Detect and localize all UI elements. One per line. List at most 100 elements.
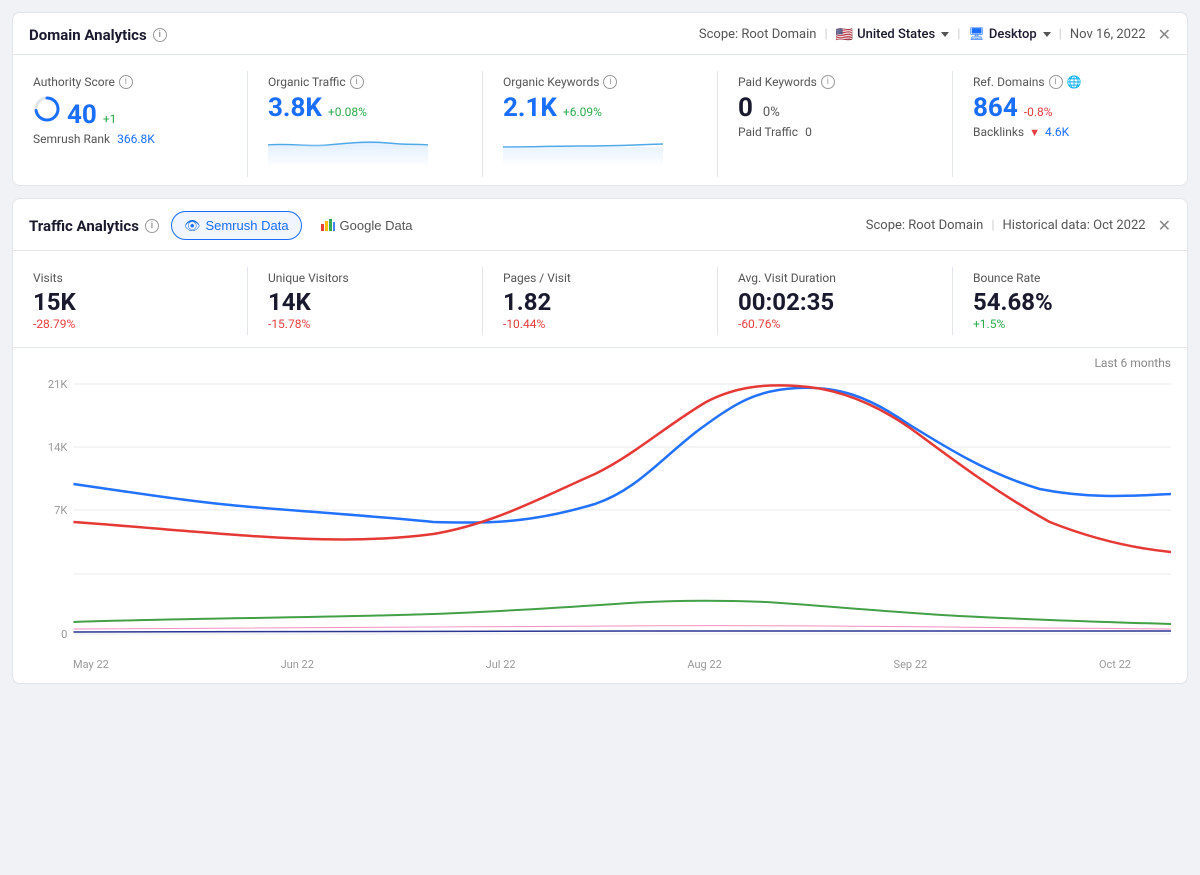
organic-keywords-main: 2.1K +6.09% <box>503 95 697 121</box>
domain-analytics-header-right: Scope: Root Domain | 🇺🇸 United States | … <box>699 25 1171 44</box>
organic-traffic-change: +0.08% <box>328 105 367 119</box>
organic-keywords-change: +6.09% <box>563 105 602 119</box>
authority-score-circle-icon <box>33 95 61 123</box>
paid-keywords-info-icon[interactable]: i <box>821 75 835 89</box>
svg-text:0: 0 <box>61 628 67 641</box>
paid-traffic-value: 0 <box>805 125 812 139</box>
x-label-0: May 22 <box>73 658 109 671</box>
pages-per-visit-cell: Pages / Visit 1.82 -10.44% <box>483 267 718 335</box>
visits-cell: Visits 15K -28.79% <box>13 267 248 335</box>
bounce-rate-value: 54.68% <box>973 289 1167 315</box>
semrush-data-tab[interactable]: 👁 Semrush Data <box>171 211 302 240</box>
domain-analytics-close-button[interactable]: ✕ <box>1158 25 1171 44</box>
device-dropdown[interactable]: 🖥 Desktop <box>968 27 1050 42</box>
unique-visitors-cell: Unique Visitors 14K -15.78% <box>248 267 483 335</box>
organic-traffic-main: 3.8K +0.08% <box>268 95 462 121</box>
domain-analytics-info-icon[interactable]: i <box>153 28 167 42</box>
paid-keywords-label: Paid Keywords i <box>738 75 932 89</box>
domain-analytics-title-text: Domain Analytics <box>29 26 147 44</box>
traffic-analytics-header-right: Scope: Root Domain | Historical data: Oc… <box>866 216 1171 235</box>
organic-traffic-sparkline <box>268 125 462 169</box>
semrush-tab-icon: 👁 <box>184 218 201 234</box>
traffic-analytics-card: Traffic Analytics i 👁 Semrush Data <box>12 198 1188 684</box>
organic-keywords-info-icon[interactable]: i <box>603 75 617 89</box>
backlinks-arrow-icon: ▼ <box>1029 126 1040 139</box>
ref-domains-value: 864 <box>973 95 1018 121</box>
ref-domains-info-icon[interactable]: i <box>1049 75 1063 89</box>
ref-domains-main: 864 -0.8% <box>973 95 1167 121</box>
globe-icon: 🌐 <box>1067 75 1082 89</box>
semrush-tab-label: Semrush Data <box>205 218 288 233</box>
domain-analytics-metrics-row: Authority Score i 40 +1 Semrush Rank 366… <box>13 55 1187 185</box>
svg-text:7K: 7K <box>54 504 67 517</box>
ref-domains-cell: Ref. Domains i 🌐 864 -0.8% Backlinks ▼ 4… <box>953 71 1187 177</box>
authority-score-main: 40 +1 <box>33 95 227 128</box>
paid-keywords-value: 0 <box>738 95 753 121</box>
unique-visitors-value: 14K <box>268 289 462 315</box>
date-label: Nov 16, 2022 <box>1070 27 1146 42</box>
domain-analytics-header: Domain Analytics i Scope: Root Domain | … <box>13 13 1187 55</box>
x-label-4: Sep 22 <box>894 658 928 671</box>
ref-domains-label: Ref. Domains i 🌐 <box>973 75 1167 89</box>
visits-change: -28.79% <box>33 317 227 331</box>
bounce-rate-label: Bounce Rate <box>973 271 1167 285</box>
traffic-analytics-header: Traffic Analytics i 👁 Semrush Data <box>13 199 1187 251</box>
paid-traffic-sub: Paid Traffic 0 <box>738 125 932 139</box>
authority-score-value: 40 <box>67 102 97 128</box>
avg-visit-duration-cell: Avg. Visit Duration 00:02:35 -60.76% <box>718 267 953 335</box>
visits-value: 15K <box>33 289 227 315</box>
unique-visitors-change: -15.78% <box>268 317 462 331</box>
pages-per-visit-change: -10.44% <box>503 317 697 331</box>
backlinks-value[interactable]: 4.6K <box>1045 125 1069 139</box>
us-flag-icon: 🇺🇸 <box>836 27 853 43</box>
organic-traffic-cell: Organic Traffic i 3.8K +0.08% <box>248 71 483 177</box>
google-tab-label: Google Data <box>340 218 413 233</box>
pages-per-visit-value: 1.82 <box>503 289 697 315</box>
authority-score-cell: Authority Score i 40 +1 Semrush Rank 366… <box>13 71 248 177</box>
avg-visit-duration-change: -60.76% <box>738 317 932 331</box>
paid-keywords-change: 0% <box>763 105 780 120</box>
semrush-rank-value[interactable]: 366.8K <box>117 132 155 146</box>
organic-traffic-label: Organic Traffic i <box>268 75 462 89</box>
traffic-analytics-title-text: Traffic Analytics <box>29 217 139 235</box>
x-label-3: Aug 22 <box>687 658 721 671</box>
domain-analytics-title: Domain Analytics i <box>29 26 167 44</box>
organic-keywords-label: Organic Keywords i <box>503 75 697 89</box>
organic-keywords-sparkline <box>503 125 697 169</box>
organic-traffic-info-icon[interactable]: i <box>350 75 364 89</box>
device-label: Desktop <box>989 27 1037 42</box>
country-chevron-icon <box>941 32 949 37</box>
organic-keywords-value: 2.1K <box>503 95 557 121</box>
traffic-chart-area: Last 6 months 21K 14K 7K 0 <box>13 348 1187 683</box>
visits-label: Visits <box>33 271 227 285</box>
traffic-analytics-info-icon[interactable]: i <box>145 219 159 233</box>
unique-visitors-label: Unique Visitors <box>268 271 462 285</box>
x-label-5: Oct 22 <box>1099 658 1131 671</box>
traffic-analytics-title: Traffic Analytics i <box>29 217 159 235</box>
google-tab-icon <box>321 217 335 234</box>
authority-score-sub: Semrush Rank 366.8K <box>33 132 227 146</box>
x-label-1: Jun 22 <box>281 658 314 671</box>
authority-score-change: +1 <box>103 112 117 126</box>
avg-visit-duration-label: Avg. Visit Duration <box>738 271 932 285</box>
historical-data-label: Historical data: Oct 2022 <box>1003 218 1146 233</box>
traffic-tab-group: 👁 Semrush Data Google Data <box>171 211 426 240</box>
svg-text:14K: 14K <box>48 441 68 454</box>
chart-x-axis: May 22 Jun 22 Jul 22 Aug 22 Sep 22 Oct 2… <box>29 654 1171 671</box>
chart-time-label: Last 6 months <box>29 356 1171 370</box>
traffic-chart-container: 21K 14K 7K 0 <box>29 374 1171 654</box>
google-data-tab[interactable]: Google Data <box>308 211 426 240</box>
domain-analytics-scope: Scope: Root Domain <box>699 27 817 42</box>
authority-score-info-icon[interactable]: i <box>119 75 133 89</box>
pages-per-visit-label: Pages / Visit <box>503 271 697 285</box>
desktop-icon: 🖥 <box>968 27 985 42</box>
avg-visit-duration-value: 00:02:35 <box>738 289 932 315</box>
x-label-2: Jul 22 <box>486 658 516 671</box>
traffic-analytics-close-button[interactable]: ✕ <box>1158 216 1171 235</box>
ref-domains-change: -0.8% <box>1024 105 1053 119</box>
svg-text:21K: 21K <box>48 378 68 391</box>
country-dropdown[interactable]: 🇺🇸 United States <box>836 27 950 43</box>
backlinks-sub: Backlinks ▼ 4.6K <box>973 125 1167 139</box>
traffic-scope: Scope: Root Domain <box>866 218 984 233</box>
paid-keywords-main: 0 0% <box>738 95 932 121</box>
